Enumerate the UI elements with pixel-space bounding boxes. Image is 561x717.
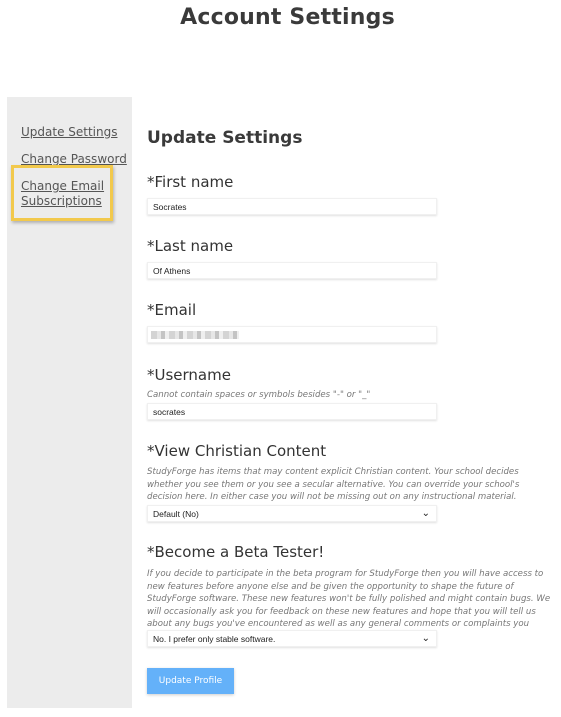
christian-content-hint: StudyForge has items that may content ex… <box>147 467 520 502</box>
sidebar-item-change-email-subscriptions[interactable]: Change Email Subscriptions <box>21 179 111 209</box>
last-name-input[interactable] <box>147 262 437 279</box>
username-hint: Cannot contain spaces or symbols besides… <box>147 390 371 400</box>
first-name-input[interactable] <box>147 198 437 215</box>
beta-tester-select[interactable]: No. I prefer only stable software. ⌄ <box>147 630 437 647</box>
username-input[interactable] <box>147 403 437 420</box>
chevron-down-icon: ⌄ <box>421 633 430 644</box>
email-value-blurred <box>151 331 239 339</box>
section-title: Update Settings <box>147 128 303 148</box>
sidebar: Update Settings Change Password Change E… <box>7 97 132 708</box>
chevron-down-icon: ⌄ <box>421 508 430 519</box>
email-input[interactable] <box>147 326 437 343</box>
christian-content-select[interactable]: Default (No) ⌄ <box>147 505 437 522</box>
beta-tester-selected: No. I prefer only stable software. <box>153 634 276 644</box>
email-label: *Email <box>147 301 197 319</box>
username-label: *Username <box>147 366 231 384</box>
christian-content-selected: Default (No) <box>153 509 199 519</box>
christian-content-label: *View Christian Content <box>147 442 327 460</box>
first-name-label: *First name <box>147 173 234 191</box>
last-name-label: *Last name <box>147 237 234 255</box>
update-profile-button[interactable]: Update Profile <box>147 668 234 694</box>
beta-tester-label: *Become a Beta Tester! <box>147 543 325 561</box>
sidebar-item-update-settings[interactable]: Update Settings <box>21 125 118 140</box>
page-title: Account Settings <box>180 5 395 30</box>
